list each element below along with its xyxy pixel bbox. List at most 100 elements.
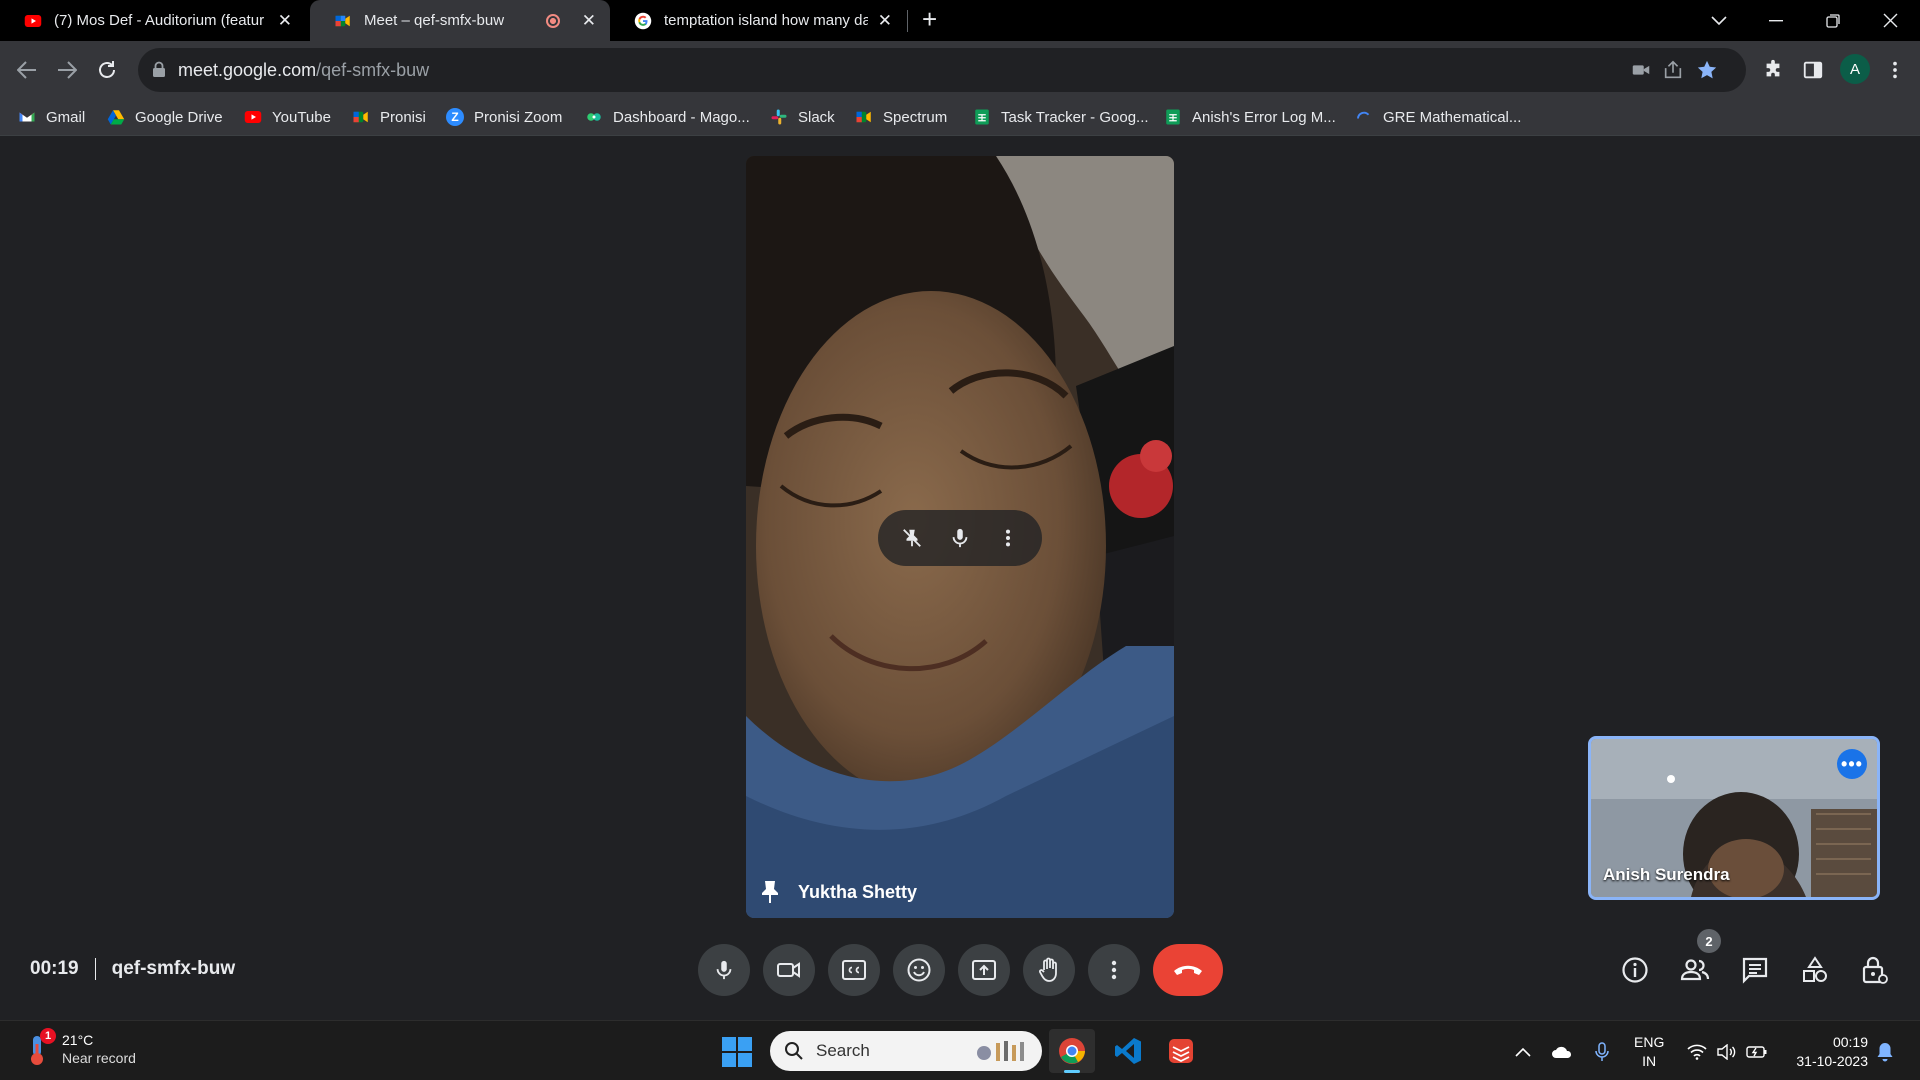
bookmark-label: Slack (798, 108, 835, 126)
close-window-button[interactable] (1862, 0, 1918, 41)
new-tab-button[interactable]: + (922, 4, 937, 35)
search-icon (785, 1042, 803, 1060)
address-bar[interactable]: meet.google.com/qef-smfx-buw (138, 48, 1746, 92)
tab-search-chevron-icon[interactable] (1691, 0, 1747, 41)
tab-title: Meet – qef-smfx-buw (364, 12, 505, 29)
url-text: meet.google.com/qef-smfx-buw (178, 60, 429, 81)
system-clock[interactable]: 00:19 31-10-2023 (1782, 1033, 1868, 1071)
hand-icon (1039, 957, 1057, 982)
taskbar-vscode[interactable] (1105, 1029, 1151, 1073)
unpin-button[interactable] (900, 526, 924, 550)
people-button[interactable] (1678, 953, 1712, 987)
tab-meet[interactable]: Meet – qef-smfx-buw ✕ (310, 0, 610, 41)
browser-menu-icon[interactable] (1884, 59, 1906, 81)
taskbar-todoist[interactable] (1158, 1029, 1204, 1073)
captions-button[interactable] (828, 944, 880, 996)
microphone-toggle-button[interactable] (698, 944, 750, 996)
tab-close-icon[interactable]: ✕ (878, 11, 892, 31)
battery-tray[interactable] (1746, 1041, 1768, 1063)
taskbar-chrome[interactable] (1049, 1029, 1095, 1073)
restore-button[interactable] (1805, 0, 1861, 41)
bookmark-label: Spectrum (883, 108, 948, 126)
bookmark-dashboard[interactable]: Dashboard - Mago... (585, 108, 750, 126)
bookmark-task-tracker[interactable]: Task Tracker - Goog... (973, 108, 1149, 126)
forward-button[interactable] (52, 55, 82, 85)
tab-close-icon[interactable]: ✕ (278, 11, 292, 31)
taskbar-search[interactable]: Search (770, 1031, 1042, 1071)
leave-call-button[interactable] (1153, 944, 1223, 996)
weather-widget[interactable]: 1 21°C Near record (26, 1028, 136, 1067)
volume-tray[interactable] (1716, 1041, 1738, 1063)
activities-button[interactable] (1798, 953, 1832, 987)
bookmark-spectrum[interactable]: Spectrum (855, 108, 947, 126)
bookmark-star-icon[interactable] (1696, 59, 1718, 81)
meeting-details: 00:19 qef-smfx-buw (30, 958, 235, 980)
bookmark-label: Google Drive (135, 108, 223, 126)
weather-temperature: 21°C (62, 1032, 94, 1048)
battery-charging-icon (1746, 1046, 1767, 1058)
meeting-details-divider (94, 958, 96, 980)
gmail-icon (19, 112, 35, 122)
microphone-tray[interactable] (1591, 1041, 1613, 1063)
lock-icon[interactable] (152, 61, 166, 77)
share-icon[interactable] (1662, 59, 1684, 81)
participant-more-button[interactable] (996, 526, 1020, 550)
reactions-button[interactable] (893, 944, 945, 996)
bookmark-gmail[interactable]: Gmail (18, 108, 85, 126)
tab-close-icon[interactable]: ✕ (582, 11, 596, 31)
more-vert-icon (1005, 529, 1011, 547)
meeting-info-button[interactable] (1618, 953, 1652, 987)
more-options-button[interactable] (1088, 944, 1140, 996)
camera-in-use-icon[interactable] (1630, 59, 1652, 81)
camera-toggle-button[interactable] (763, 944, 815, 996)
bookmark-pronisi[interactable]: Pronisi (352, 108, 426, 126)
weather-condition: Near record (62, 1050, 136, 1066)
back-button[interactable] (12, 55, 42, 85)
side-panel-icon[interactable] (1802, 59, 1824, 81)
thermometer-icon: 1 (26, 1028, 56, 1066)
windows-start-button[interactable] (722, 1037, 752, 1067)
bookmark-label: Anish's Error Log M... (1192, 108, 1336, 126)
dashboard-icon (587, 113, 601, 121)
language-indicator[interactable]: ENG IN (1634, 1033, 1664, 1071)
self-view-more-button[interactable]: ••• (1837, 749, 1867, 779)
bookmark-pronisi-zoom[interactable]: Z Pronisi Zoom (446, 108, 562, 126)
bookmark-slack[interactable]: Slack (770, 108, 835, 126)
weather-alert-badge: 1 (40, 1028, 56, 1044)
language-code: ENG (1634, 1034, 1665, 1050)
google-icon (634, 12, 652, 29)
tile-hover-controls (878, 510, 1042, 566)
profile-avatar[interactable]: A (1840, 54, 1870, 84)
bookmark-error-log[interactable]: Anish's Error Log M... (1164, 108, 1336, 126)
onedrive-tray[interactable] (1551, 1041, 1573, 1063)
raise-hand-button[interactable] (1023, 944, 1075, 996)
minimize-button[interactable] (1748, 0, 1804, 41)
language-region: IN (1642, 1053, 1657, 1069)
tab-youtube[interactable]: (7) Mos Def - Auditorium (featur ✕ (0, 0, 306, 41)
mute-participant-button[interactable] (948, 526, 972, 550)
search-label: Search (816, 1041, 870, 1060)
closed-captions-icon (842, 960, 866, 980)
google-meet-icon (353, 111, 368, 123)
bookmark-youtube[interactable]: YouTube (244, 108, 331, 126)
present-screen-button[interactable] (958, 944, 1010, 996)
tab-title: temptation island how many day (664, 12, 868, 29)
bookmark-google-drive[interactable]: Google Drive (107, 108, 223, 126)
tab-google-search[interactable]: temptation island how many day ✕ (610, 0, 906, 41)
bookmark-gre[interactable]: GRE Mathematical... (1355, 108, 1521, 126)
chat-button[interactable] (1738, 953, 1772, 987)
microphone-icon (1595, 1042, 1609, 1061)
show-hidden-icons-button[interactable] (1512, 1041, 1534, 1063)
windows-taskbar: 1 21°C Near record Search ENG IN 00:19 3… (0, 1020, 1920, 1080)
notification-button[interactable] (1874, 1041, 1896, 1063)
extensions-icon[interactable] (1762, 59, 1784, 81)
unpin-icon (903, 529, 921, 547)
participant-tile-main[interactable]: Yuktha Shetty (746, 156, 1174, 918)
host-controls-button[interactable] (1858, 953, 1892, 987)
people-icon (1680, 959, 1710, 981)
chrome-icon (1059, 1038, 1085, 1064)
emoji-icon (907, 958, 931, 982)
self-view-tile[interactable]: ••• Anish Surendra (1588, 736, 1880, 900)
wifi-tray[interactable] (1686, 1041, 1708, 1063)
reload-button[interactable] (92, 55, 122, 85)
